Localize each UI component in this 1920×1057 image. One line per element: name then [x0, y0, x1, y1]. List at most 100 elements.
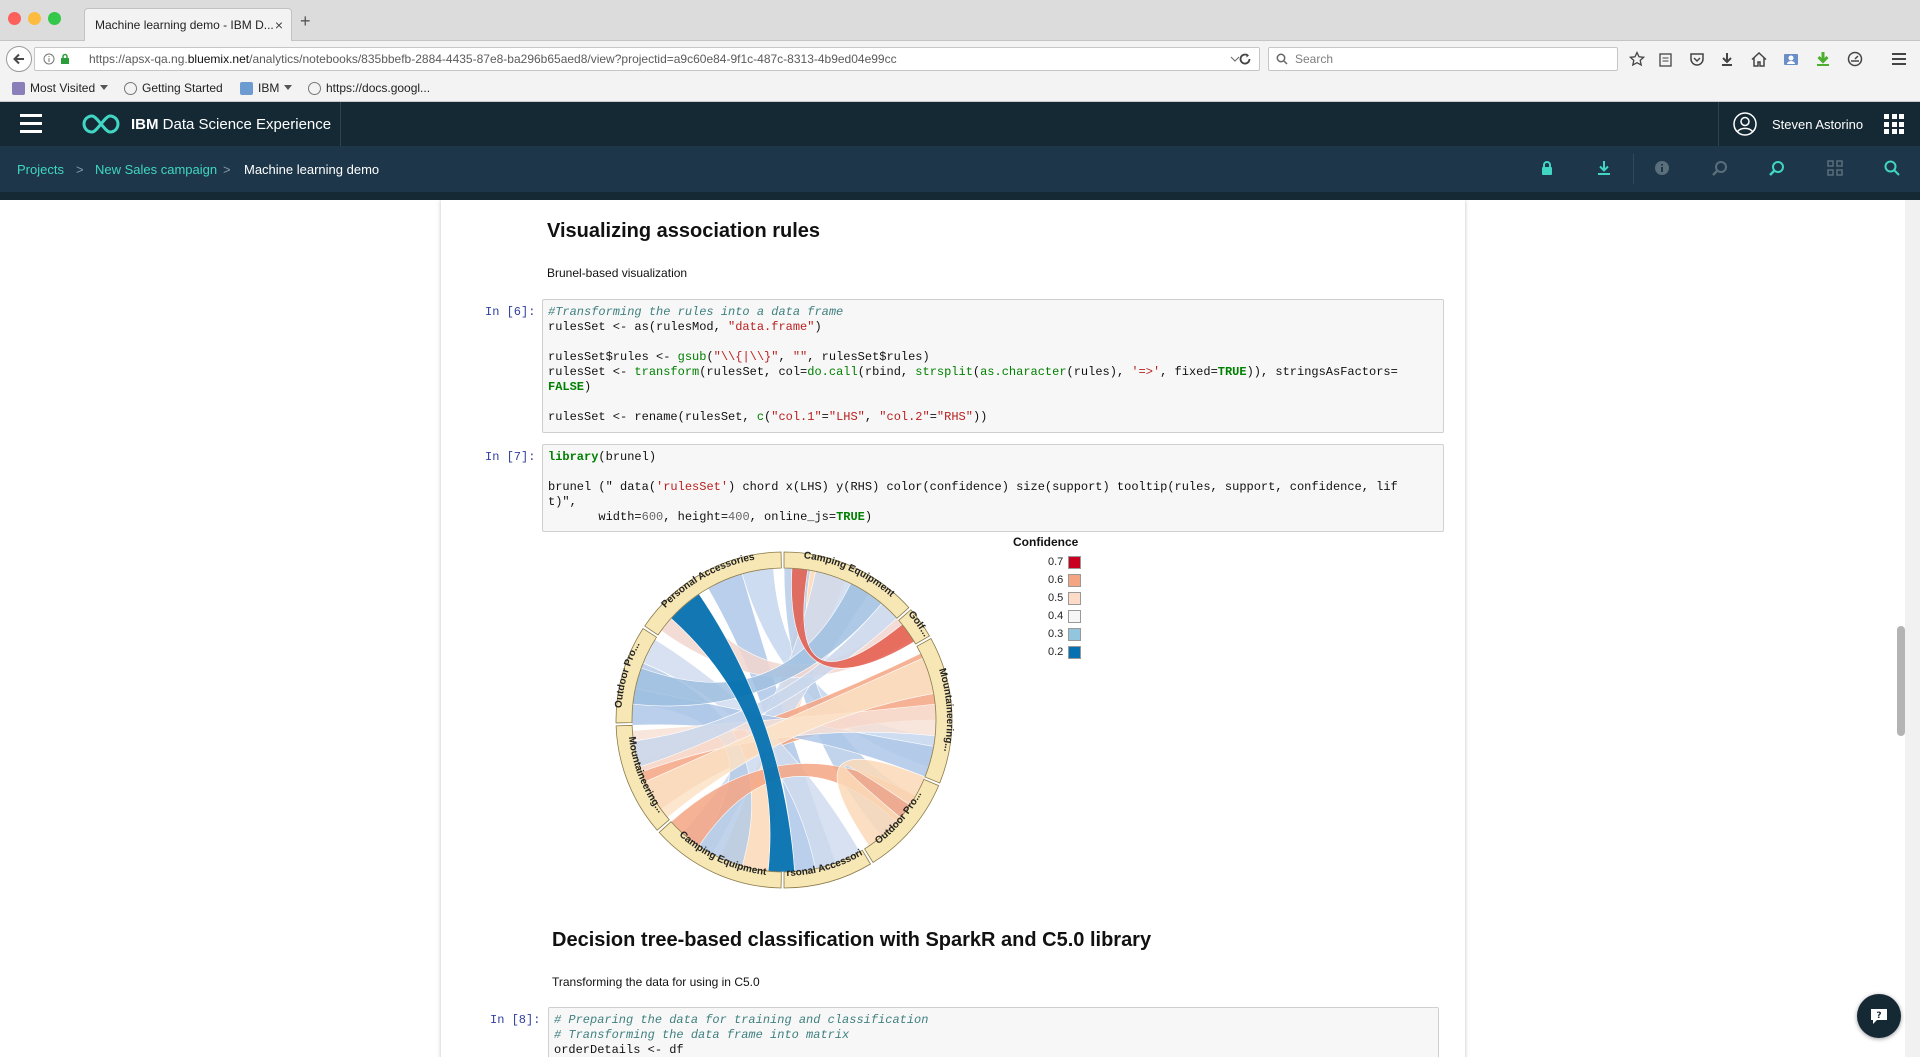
code-line: # Preparing the data for training and cl…	[554, 1013, 929, 1027]
user-avatar-icon[interactable]	[1733, 112, 1757, 136]
search-icon	[1276, 53, 1288, 65]
bookmark-ibm[interactable]: IBM	[240, 81, 293, 95]
chord-diagram[interactable]: Camping EquipmentGolf...Mountaineering..…	[594, 530, 974, 910]
url-domain: bluemix.net	[187, 52, 250, 66]
breadcrumb-projects[interactable]: Projects	[17, 162, 64, 177]
chevron-down-icon	[100, 85, 109, 90]
extension-button-2[interactable]	[1812, 41, 1834, 77]
toolbar-divider	[1633, 154, 1634, 184]
info-icon[interactable]	[1653, 159, 1671, 177]
chat-bubble-icon: ?	[1871, 1009, 1887, 1024]
green-download-icon	[1817, 52, 1829, 66]
code-line: rulesSet <- rename(rulesSet, c("col.1"="…	[548, 410, 988, 424]
url-bar[interactable]: https://apsx-qa.ng.bluemix.net/analytics…	[34, 47, 1260, 71]
search-placeholder: Search	[1295, 52, 1334, 66]
legend-entry: 0.7	[1013, 553, 1081, 571]
home-button[interactable]	[1748, 41, 1770, 77]
url-text: https://apsx-qa.ng.bluemix.net/analytics…	[89, 48, 897, 70]
legend-label: 0.6	[1048, 574, 1064, 586]
person-badge-icon	[1784, 54, 1798, 65]
code-line: FALSE)	[548, 380, 592, 394]
svg-text:?: ?	[1876, 1011, 1881, 1021]
user-name[interactable]: Steven Astorino	[1772, 117, 1863, 132]
folder-icon	[240, 81, 253, 95]
legend-swatch	[1068, 591, 1081, 605]
code-cell[interactable]: #Transforming the rules into a data fram…	[542, 299, 1444, 433]
cell-prompt: In [8]:	[490, 1013, 541, 1027]
arrow-left-icon	[13, 53, 24, 65]
legend-label: 0.3	[1048, 628, 1064, 640]
scrollbar-track[interactable]	[1905, 200, 1920, 1057]
bookmark-star-button[interactable]	[1626, 41, 1648, 77]
legend-label: 0.7	[1048, 556, 1064, 568]
zoom-window-button[interactable]	[48, 12, 61, 25]
browser-nav-bar: https://apsx-qa.ng.bluemix.net/analytics…	[0, 41, 1920, 77]
breadcrumb-current: Machine learning demo	[244, 162, 380, 177]
globe-icon	[124, 81, 137, 95]
pocket-button[interactable]	[1686, 41, 1708, 77]
lock-icon[interactable]	[1538, 159, 1556, 177]
palette-icon[interactable]	[1768, 159, 1786, 177]
section-text: Brunel-based visualization	[547, 266, 688, 280]
legend-entry: 0.4	[1013, 607, 1081, 625]
legend-swatch	[1068, 555, 1081, 569]
speed-dial-icon	[1847, 51, 1863, 67]
reload-icon	[1239, 53, 1251, 65]
code-cell[interactable]: library(brunel) brunel (" data('rulesSet…	[542, 444, 1444, 532]
minimize-window-button[interactable]	[28, 12, 41, 25]
legend-entry: 0.3	[1013, 625, 1081, 643]
search-input[interactable]: Search	[1268, 47, 1618, 71]
extension-button-1[interactable]	[1780, 41, 1802, 77]
code-line: #Transforming the rules into a data fram…	[548, 305, 844, 319]
dsx-logo-icon	[82, 114, 120, 134]
clipboard-icon	[1658, 52, 1672, 67]
code-line: rulesSet$rules <- gsub("\\{|\\}", "", ru…	[548, 350, 930, 364]
breadcrumb-separator: >	[223, 162, 231, 177]
browser-tab-bar: Machine learning demo - IBM D... × +	[0, 0, 1920, 41]
browser-tab[interactable]: Machine learning demo - IBM D... ×	[84, 8, 292, 41]
section-heading: Visualizing association rules	[547, 220, 821, 242]
tab-close-icon[interactable]: ×	[275, 9, 283, 41]
legend-swatch	[1068, 573, 1081, 587]
new-tab-button[interactable]: +	[300, 12, 311, 30]
app-switcher-grid-icon[interactable]	[1884, 114, 1904, 134]
close-window-button[interactable]	[8, 12, 21, 25]
bookmark-most-visited[interactable]: Most Visited	[12, 81, 109, 95]
legend-title: Confidence	[1013, 535, 1079, 549]
tab-title: Machine learning demo - IBM D...	[95, 18, 274, 32]
reader-view-button[interactable]	[1654, 41, 1676, 77]
bookmarks-bar: Most Visited Getting Started IBM https:/…	[0, 77, 1920, 102]
url-path: /analytics/notebooks/835bbefb-2884-4435-…	[249, 52, 897, 66]
help-chat-button[interactable]: ?	[1857, 994, 1901, 1038]
app-title-rest: Data Science Experience	[158, 116, 332, 133]
app-title[interactable]: IBM Data Science Experience	[131, 116, 331, 133]
scrollbar-thumb[interactable]	[1897, 626, 1905, 736]
reload-button[interactable]	[1232, 41, 1258, 77]
info-icon	[43, 53, 55, 65]
legend-swatch	[1068, 627, 1081, 641]
back-button[interactable]	[6, 46, 32, 72]
breadcrumb-project[interactable]: New Sales campaign	[95, 162, 217, 177]
bookmark-docs-google[interactable]: https://docs.googl...	[308, 81, 430, 95]
url-prefix: https://apsx-qa.ng.	[89, 52, 188, 66]
breadcrumb-bar: Projects > New Sales campaign > Machine …	[0, 146, 1920, 192]
downloads-button[interactable]	[1716, 41, 1738, 77]
schedule-grid-icon[interactable]	[1826, 159, 1844, 177]
bookmark-label: IBM	[258, 81, 280, 95]
legend-swatch	[1068, 609, 1081, 623]
main-menu-button[interactable]	[20, 114, 42, 134]
extension-button-3[interactable]	[1844, 41, 1866, 77]
pocket-icon	[1690, 52, 1704, 66]
code-line: rulesSet <- as(rulesMod, "data.frame")	[548, 320, 822, 334]
header-shadow	[0, 192, 1920, 200]
browser-menu-button[interactable]	[1886, 41, 1912, 77]
code-cell[interactable]: # Preparing the data for training and cl…	[548, 1007, 1439, 1057]
notebook-page: Visualizing association rules Brunel-bas…	[0, 200, 1905, 1057]
find-data-icon[interactable]	[1711, 159, 1729, 177]
legend-swatch	[1068, 645, 1081, 659]
bookmark-getting-started[interactable]: Getting Started	[124, 81, 223, 95]
code-line: t)",	[548, 495, 577, 509]
download-icon[interactable]	[1595, 159, 1613, 177]
search-icon[interactable]	[1883, 159, 1901, 177]
